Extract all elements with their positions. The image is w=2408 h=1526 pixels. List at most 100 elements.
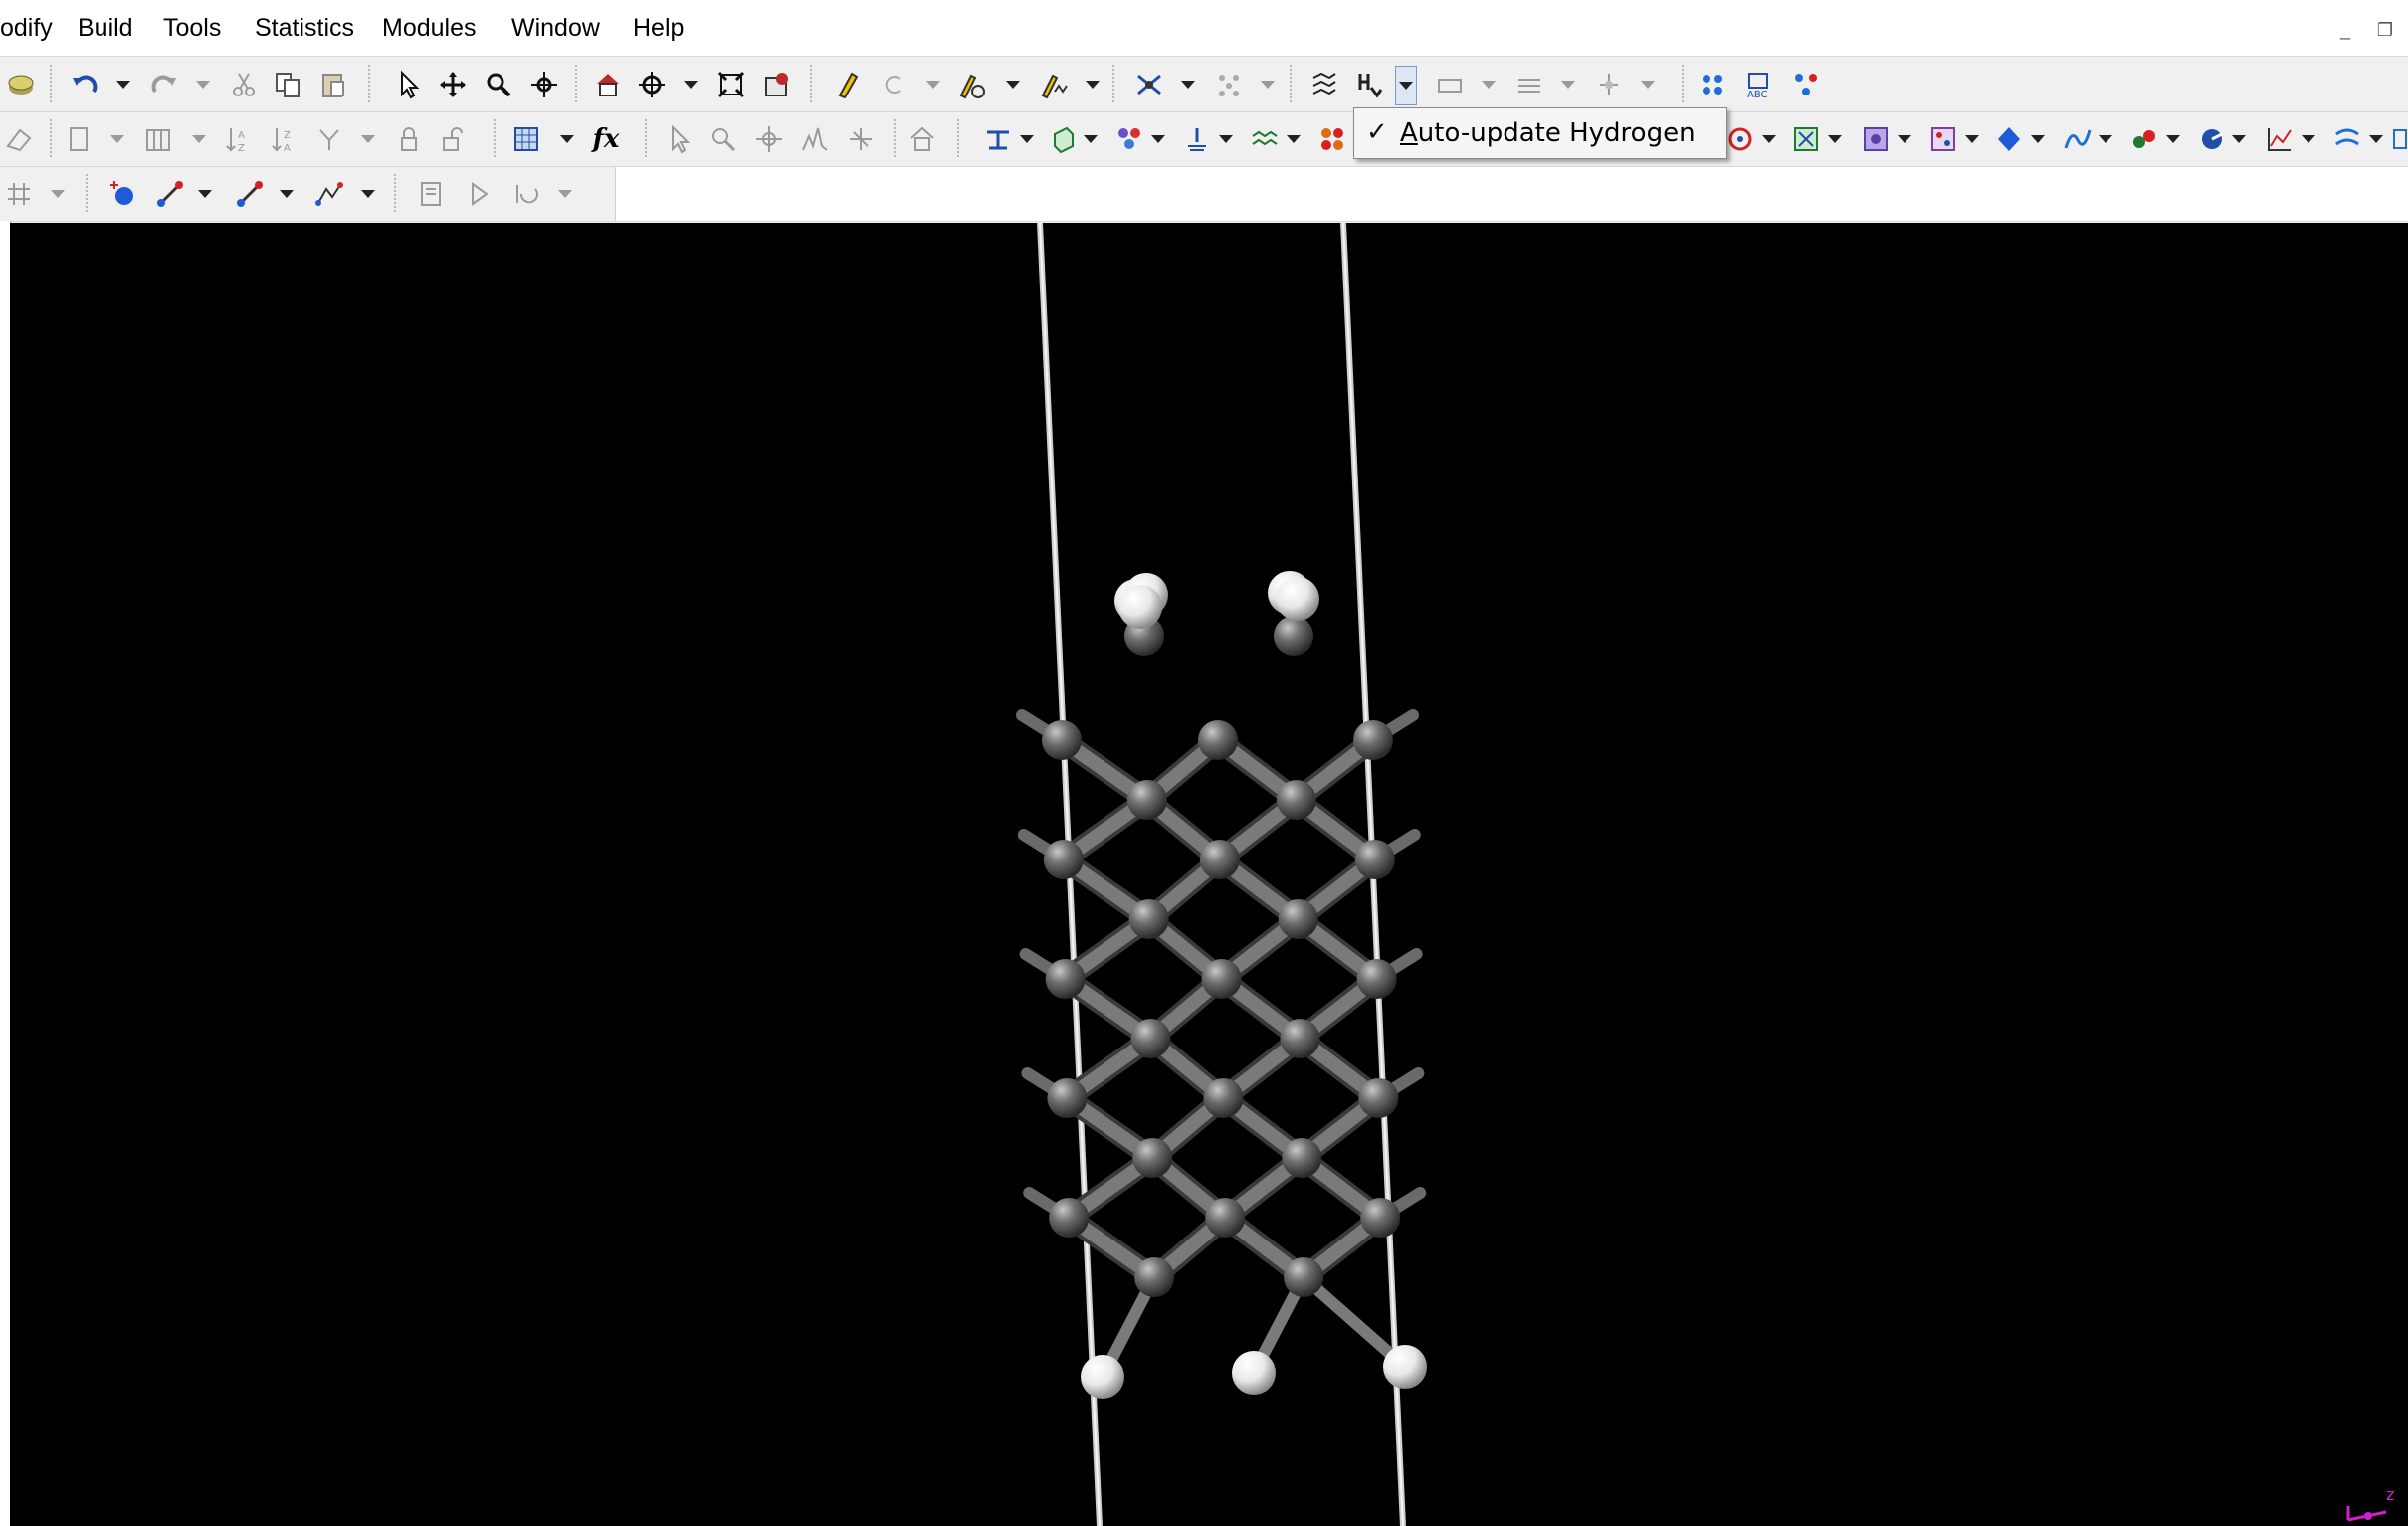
sketch-pencil-icon[interactable]	[828, 66, 866, 103]
select-arrow-icon[interactable]	[390, 66, 428, 103]
sort-ascending-icon[interactable]: AZ	[219, 120, 257, 158]
formula-icon[interactable]: fx	[587, 120, 625, 158]
sketch-ring-dropdown-arrow[interactable]	[923, 66, 943, 103]
polymer-icon[interactable]	[1246, 120, 1284, 158]
copy-icon[interactable]	[269, 66, 306, 103]
add-torsion-icon[interactable]	[310, 175, 348, 213]
clean-geometry-icon[interactable]	[1431, 66, 1469, 103]
project-icon[interactable]	[2, 66, 40, 103]
peak-icon[interactable]	[796, 120, 834, 158]
molecule-scene[interactable]	[10, 223, 2408, 1526]
filter-icon[interactable]	[310, 120, 348, 158]
atom-selection-icon[interactable]	[1694, 66, 1731, 103]
polymer-dropdown-arrow[interactable]	[1284, 120, 1304, 158]
amorphous-cell-icon[interactable]	[2328, 120, 2366, 158]
add-angle-dropdown-arrow[interactable]	[277, 175, 297, 213]
clean-icon[interactable]	[1210, 66, 1248, 103]
calculate-bonds-icon[interactable]	[1305, 66, 1343, 103]
sketch-fragment-icon[interactable]	[953, 66, 991, 103]
chart-select-icon[interactable]	[661, 120, 699, 158]
analysis-chart-dropdown-arrow[interactable]	[2299, 120, 2318, 158]
mesocite-icon[interactable]	[2058, 120, 2096, 158]
sketch-chain-dropdown-arrow[interactable]	[1083, 66, 1103, 103]
reflex-dropdown-arrow[interactable]	[2163, 120, 2183, 158]
menu-build[interactable]: Build	[78, 14, 133, 43]
dmol3-icon[interactable]	[1857, 120, 1895, 158]
clean-geometry-dropdown-arrow[interactable]	[1479, 66, 1499, 103]
align-icon[interactable]	[1510, 66, 1548, 103]
cut-icon[interactable]	[225, 66, 263, 103]
blends-dropdown-arrow[interactable]	[2028, 120, 2048, 158]
castep-dropdown-arrow[interactable]	[1825, 120, 1845, 158]
cleave-surface-icon[interactable]	[979, 120, 1017, 158]
blends-icon[interactable]	[1990, 120, 2028, 158]
sketch-options-dropdown-arrow[interactable]	[48, 175, 68, 213]
record-dropdown-arrow[interactable]	[555, 175, 575, 213]
minimize-button[interactable]: _	[2334, 20, 2356, 40]
build-crystal-icon[interactable]	[1043, 120, 1081, 158]
add-bond-icon[interactable]	[151, 175, 189, 213]
display-style-icon[interactable]	[758, 66, 796, 103]
sketch-fragment-dropdown-arrow[interactable]	[1003, 66, 1023, 103]
modify-bonds-icon[interactable]	[1130, 66, 1168, 103]
play-icon[interactable]	[460, 175, 498, 213]
eraser-icon[interactable]	[0, 120, 38, 158]
lock-icon[interactable]	[390, 120, 428, 158]
undo-icon[interactable]	[66, 66, 103, 103]
reflex-icon[interactable]	[2125, 120, 2163, 158]
3d-viewport[interactable]: z	[10, 223, 2408, 1526]
add-torsion-dropdown-arrow[interactable]	[358, 175, 378, 213]
chart-zoom-icon[interactable]	[704, 120, 742, 158]
sketch-ring-icon[interactable]	[876, 66, 913, 103]
rotate-icon[interactable]	[434, 66, 472, 103]
label-icon[interactable]: ABC	[1739, 66, 1777, 103]
sketch-chain-icon[interactable]	[1035, 66, 1073, 103]
fit-to-screen-icon[interactable]	[712, 66, 750, 103]
dmol3-dropdown-arrow[interactable]	[1895, 120, 1914, 158]
zoom-icon[interactable]	[480, 66, 517, 103]
filter-dropdown-arrow[interactable]	[358, 120, 378, 158]
measure-icon[interactable]	[1787, 66, 1825, 103]
document-icon[interactable]	[60, 120, 98, 158]
sort-descending-icon[interactable]: ZA	[265, 120, 302, 158]
build-layer-dropdown-arrow[interactable]	[1216, 120, 1236, 158]
translate-icon[interactable]	[525, 66, 563, 103]
menu-modify[interactable]: odify	[0, 14, 53, 43]
cleave-surface-dropdown-arrow[interactable]	[1017, 120, 1037, 158]
add-atom-icon[interactable]	[103, 175, 141, 213]
align-dropdown-arrow[interactable]	[1558, 66, 1578, 103]
document-dropdown-arrow[interactable]	[107, 120, 127, 158]
paste-icon[interactable]	[314, 66, 352, 103]
qsar-dropdown-arrow[interactable]	[2229, 120, 2249, 158]
build-crystal-dropdown-arrow[interactable]	[1081, 120, 1101, 158]
reset-view-home-icon[interactable]	[589, 66, 627, 103]
amorphous-cell-dropdown-arrow[interactable]	[2366, 120, 2386, 158]
clean-dropdown-arrow[interactable]	[1258, 66, 1278, 103]
undo-dropdown-arrow[interactable]	[113, 66, 133, 103]
sketch-options-icon[interactable]	[0, 175, 38, 213]
forcite-dropdown-arrow[interactable]	[1759, 120, 1779, 158]
add-bond-dropdown-arrow[interactable]	[195, 175, 215, 213]
menu-window[interactable]: Window	[511, 14, 600, 43]
menu-help[interactable]: Help	[633, 14, 684, 43]
grid-select-dropdown-arrow[interactable]	[557, 120, 577, 158]
auto-update-hydrogen-item[interactable]: ✓ Auto-update Hydrogen	[1354, 108, 1726, 158]
add-angle-icon[interactable]	[231, 175, 269, 213]
center-view-icon[interactable]	[633, 66, 671, 103]
menu-statistics[interactable]: Statistics	[255, 14, 354, 43]
peak-fit-icon[interactable]	[842, 120, 880, 158]
more-tools-icon[interactable]	[2392, 120, 2408, 158]
menu-modules[interactable]: Modules	[382, 14, 477, 43]
unlock-icon[interactable]	[434, 120, 472, 158]
build-layer-icon[interactable]	[1178, 120, 1216, 158]
script-icon[interactable]	[412, 175, 450, 213]
chart-home-icon[interactable]	[903, 120, 941, 158]
menu-tools[interactable]: Tools	[163, 14, 221, 43]
constraint-icon[interactable]	[1590, 66, 1628, 103]
mesocite-dropdown-arrow[interactable]	[2096, 120, 2115, 158]
modify-bonds-dropdown-arrow[interactable]	[1178, 66, 1198, 103]
columns-dropdown-arrow[interactable]	[189, 120, 209, 158]
center-view-dropdown-arrow[interactable]	[681, 66, 701, 103]
sorption-icon[interactable]	[1924, 120, 1962, 158]
restore-button[interactable]: ❐	[2374, 20, 2396, 40]
